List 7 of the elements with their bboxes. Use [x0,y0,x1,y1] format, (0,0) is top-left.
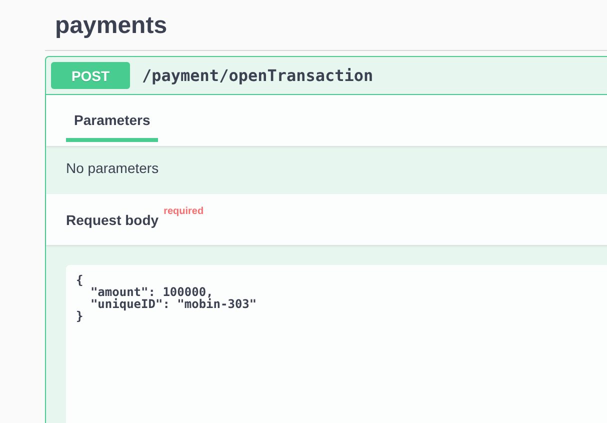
no-parameters-text: No parameters [66,160,159,176]
tab[interactable]: Parameters [66,112,158,142]
request-body-editor[interactable]: { "amount": 100000, "uniqueID": "mobin-303" } [66,265,607,423]
section-title[interactable]: payments [55,10,607,42]
required-label: required [164,206,204,217]
request-body-label: Request body [66,212,159,228]
endpoint-path[interactable]: /payment/openTransaction [142,66,374,85]
